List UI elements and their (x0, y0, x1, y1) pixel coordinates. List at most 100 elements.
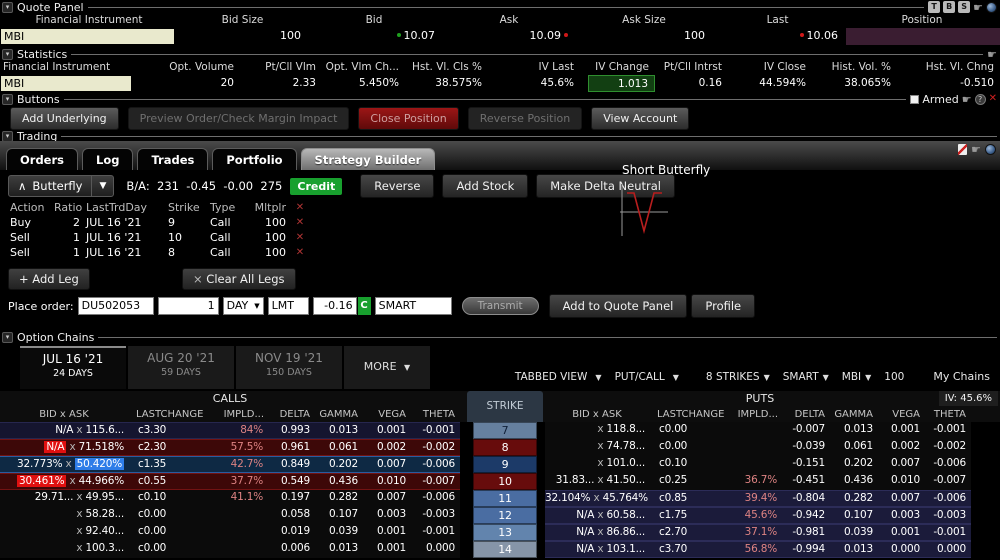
leg-ratio[interactable]: 1 (54, 230, 86, 245)
column-header-ask-size[interactable]: Ask Size (577, 13, 711, 28)
stat-column-header[interactable]: Pt/Cll Intrst (655, 60, 728, 75)
put-bid-ask-cell[interactable]: N/A x 60.58... (545, 508, 649, 523)
ask-size-cell[interactable]: 100 (577, 28, 711, 45)
add-stock-button[interactable]: Add Stock (442, 174, 528, 198)
route-select[interactable]: SMART▼ (783, 371, 829, 383)
leg-multiplier[interactable]: 100 (248, 215, 292, 230)
last-cell[interactable]: 10.06 (711, 28, 844, 45)
puts-vega-header[interactable]: VEGA (878, 407, 925, 422)
globe-icon[interactable] (986, 2, 997, 13)
stat-column-header[interactable]: Hst. Vl. Chng (897, 60, 1000, 75)
leg-strike[interactable]: 9 (168, 215, 210, 230)
expiry-tab-aug20[interactable]: AUG 20 '21 59 DAYS (128, 346, 234, 389)
call-bid-ask-cell[interactable]: x 100.3... (0, 541, 128, 558)
account-input[interactable]: DU502053 (78, 297, 154, 315)
stat-column-header[interactable]: Hst. Vl. Cls % (405, 60, 488, 75)
price-input[interactable]: -0.16 (313, 297, 357, 315)
stat-column-header[interactable]: IV Close (728, 60, 812, 75)
reverse-position-button[interactable]: Reverse Position (468, 107, 583, 130)
strike-cell[interactable]: 7 (473, 422, 537, 439)
column-header-last[interactable]: Last (711, 13, 844, 28)
ask-cell[interactable]: 10.09 (441, 28, 577, 45)
notes-icon[interactable] (958, 144, 967, 155)
leg-expiry[interactable]: JUL 16 '21 (86, 230, 168, 245)
leg-strike[interactable]: 8 (168, 245, 210, 260)
leg-ratio[interactable]: 1 (54, 245, 86, 260)
globe-icon[interactable] (985, 144, 996, 155)
stat-column-header[interactable]: IV Last (488, 60, 580, 75)
tab-trades[interactable]: Trades (137, 148, 208, 170)
armed-checkbox[interactable] (910, 95, 919, 104)
strike-cell[interactable]: 11 (473, 490, 537, 507)
strategy-dropdown[interactable]: ∧Butterfly ▼ (8, 175, 114, 197)
puts-bid-ask-header[interactable]: BID x ASK (545, 407, 649, 422)
remove-leg-icon[interactable]: ✕ (292, 245, 308, 260)
remove-leg-icon[interactable]: ✕ (292, 200, 308, 215)
option-chains-disclosure-icon[interactable]: ▾ (2, 332, 13, 343)
book-window-button[interactable]: B (943, 1, 955, 13)
calls-last-impld-header[interactable]: LASTCHANGEIMPLD... (128, 407, 268, 422)
buttons-disclosure-icon[interactable]: ▾ (2, 94, 13, 105)
column-header-financial-instrument[interactable]: Financial Instrument (0, 13, 178, 28)
call-bid-ask-cell[interactable]: 30.461% x 44.966% (0, 474, 128, 489)
calls-gamma-header[interactable]: GAMMA (315, 407, 363, 422)
remove-leg-icon[interactable]: ✕ (292, 215, 308, 230)
reverse-button[interactable]: Reverse (360, 174, 434, 198)
order-type-input[interactable]: LMT (268, 297, 309, 315)
column-header-bid[interactable]: Bid (307, 13, 441, 28)
pointer-icon[interactable]: ☛ (987, 49, 997, 60)
leg-expiry[interactable]: JUL 16 '21 (86, 215, 168, 230)
tab-portfolio[interactable]: Portfolio (212, 148, 296, 170)
put-bid-ask-cell[interactable]: x 101.0... (545, 456, 649, 473)
trading-disclosure-icon[interactable]: ▾ (2, 131, 13, 142)
puts-theta-header[interactable]: THETA (925, 407, 971, 422)
help-icon[interactable]: ? (975, 94, 986, 105)
expiry-tab-nov19[interactable]: NOV 19 '21 150 DAYS (236, 346, 342, 389)
bid-cell[interactable]: 10.07 (307, 28, 441, 45)
tab-log[interactable]: Log (82, 148, 133, 170)
strike-cell[interactable]: 12 (473, 507, 537, 524)
strike-cell[interactable]: 9 (473, 456, 537, 473)
leg-action[interactable]: Buy (10, 215, 54, 230)
leg-ratio[interactable]: 2 (54, 215, 86, 230)
stat-column-header[interactable]: IV Change (580, 60, 655, 75)
put-bid-ask-cell[interactable]: 31.83... x 41.50... (545, 473, 649, 490)
leg-action[interactable]: Sell (10, 245, 54, 260)
symbol-cell[interactable]: MBI (1, 29, 174, 44)
column-header-bid-size[interactable]: Bid Size (178, 13, 307, 28)
tab-orders[interactable]: Orders (6, 148, 78, 170)
puts-delta-header[interactable]: DELTA (782, 407, 830, 422)
call-bid-ask-cell[interactable]: N/A x 115.6... (0, 423, 128, 438)
add-leg-button[interactable]: + Add Leg (8, 268, 90, 290)
put-bid-ask-cell[interactable]: x 74.78... (545, 439, 649, 456)
calls-bid-ask-header[interactable]: BID x ASK (0, 407, 128, 422)
transmit-button[interactable]: Transmit (462, 297, 539, 315)
quote-panel-disclosure-icon[interactable]: ▾ (2, 2, 13, 13)
put-bid-ask-cell[interactable]: 32.104% x 45.764% (545, 491, 649, 506)
my-chains-link[interactable]: My Chains (933, 370, 990, 383)
calls-vega-header[interactable]: VEGA (363, 407, 411, 422)
leg-type[interactable]: Call (210, 230, 248, 245)
leg-type[interactable]: Call (210, 215, 248, 230)
call-bid-ask-cell[interactable]: N/A x 71.518% (0, 440, 128, 455)
put-bid-ask-cell[interactable]: N/A x 86.86... (545, 525, 649, 540)
strike-cell[interactable]: 10 (473, 473, 537, 490)
strike-cell[interactable]: 13 (473, 524, 537, 541)
profile-button[interactable]: Profile (691, 294, 755, 318)
symbol-cell[interactable]: MBI (1, 76, 131, 91)
put-call-select[interactable]: PUT/CALL▼ (615, 371, 679, 383)
call-bid-ask-cell[interactable]: x 58.28... (0, 507, 128, 524)
stat-column-header[interactable]: Pt/Cll Vlm (240, 60, 322, 75)
stat-column-header[interactable]: Financial Instrument (0, 60, 135, 75)
tif-select[interactable]: DAY▼ (223, 297, 264, 315)
settings-window-button[interactable]: S (958, 1, 970, 13)
more-expiries-button[interactable]: MORE ▼ (344, 346, 430, 389)
ticker-window-button[interactable]: T (928, 1, 940, 13)
leg-expiry[interactable]: JUL 16 '21 (86, 245, 168, 260)
clear-all-legs-button[interactable]: × Clear All Legs (182, 268, 296, 290)
bid-size-cell[interactable]: 100 (178, 28, 307, 45)
puts-last-impld-header[interactable]: LASTCHANGEIMPLD... (649, 407, 782, 422)
expiry-tab-jul16[interactable]: JUL 16 '21 24 DAYS (20, 346, 126, 389)
stat-column-header[interactable]: Opt. Vlm Ch... (322, 60, 405, 75)
leg-strike[interactable]: 10 (168, 230, 210, 245)
